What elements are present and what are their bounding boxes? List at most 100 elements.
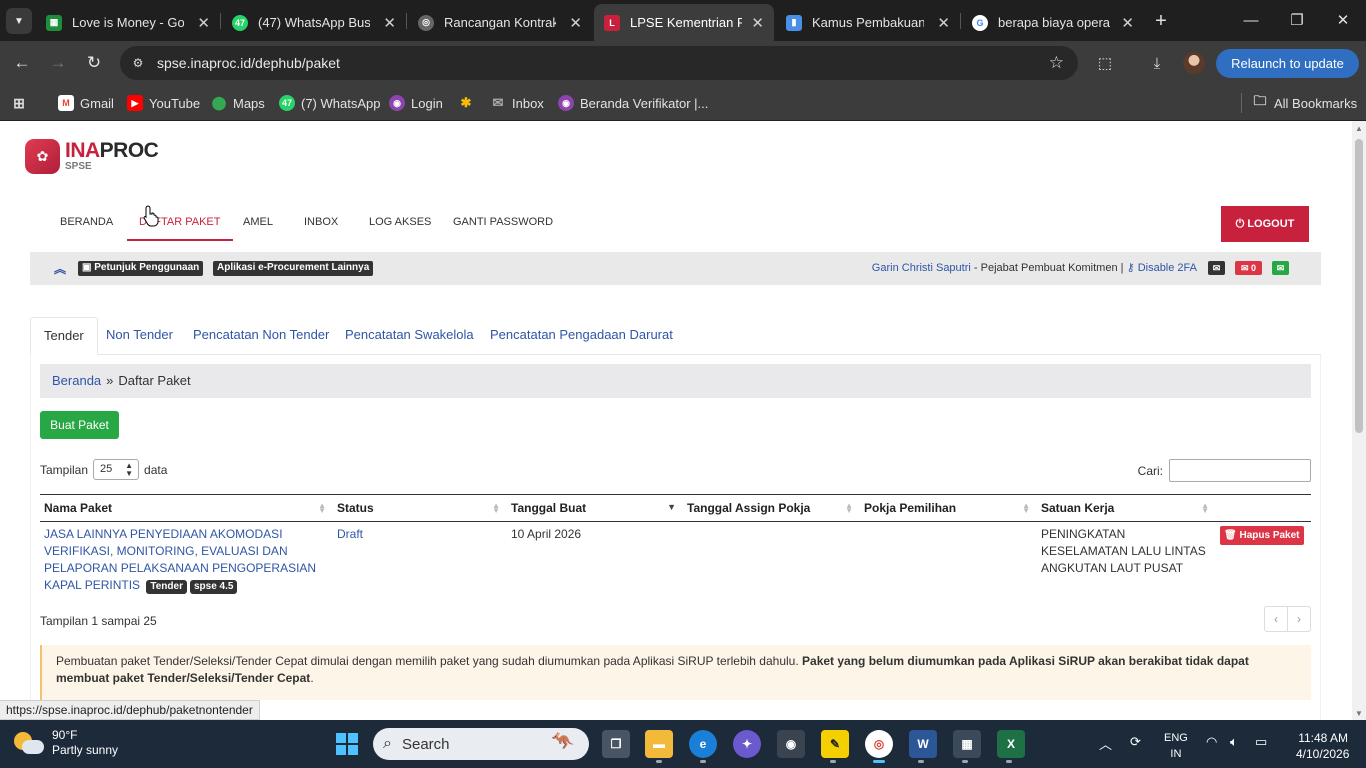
bookmark-star-icon[interactable]: ☆ xyxy=(1049,53,1064,73)
sticky-notes-icon[interactable]: ✎ xyxy=(821,730,849,758)
browser-tab-6[interactable]: G berapa biaya operasi ✕ xyxy=(962,4,1144,41)
bookmark-maps[interactable]: ⬤ Maps xyxy=(211,93,265,113)
browser-tab-3[interactable]: ◎ Rancangan Kontrak P ✕ xyxy=(408,4,592,41)
word-icon[interactable]: W xyxy=(909,730,937,758)
new-tab-button[interactable]: + xyxy=(1148,8,1174,34)
all-bookmarks[interactable]: 🗀 All Bookmarks xyxy=(1241,93,1357,113)
browser-tab-2[interactable]: 47 (47) WhatsApp Busine ✕ xyxy=(222,4,406,41)
column-status[interactable]: Status ▲ ▼ xyxy=(333,494,507,522)
collapse-chevron-icon[interactable]: ︽ xyxy=(54,260,66,277)
bookmark-verifikator[interactable]: ◉ Beranda Verifikator |... xyxy=(558,93,708,113)
scroll-thumb[interactable] xyxy=(1355,139,1363,433)
link-status-bar: https://spse.inaproc.id/dephub/paketnont… xyxy=(0,700,260,720)
prev-page-button[interactable]: ‹ xyxy=(1265,607,1287,631)
disable-2fa-link[interactable]: ⚷ Disable 2FA xyxy=(1127,262,1197,274)
logout-button[interactable]: ⏻ LOGOUT xyxy=(1221,206,1309,242)
volume-icon[interactable]: 🔈︎ xyxy=(1230,734,1238,750)
sync-icon[interactable]: ⟳ xyxy=(1130,734,1141,750)
column-satuan-kerja[interactable]: Satuan Kerja ▲ ▼ xyxy=(1037,494,1216,522)
nav-beranda[interactable]: BERANDA xyxy=(48,207,125,241)
status-link[interactable]: Draft xyxy=(337,527,363,541)
bookmark-gmail[interactable]: M Gmail xyxy=(58,93,114,113)
tab-pencatatan-non-tender[interactable]: Pencatatan Non Tender xyxy=(180,317,342,355)
calculator-icon[interactable]: ▦ xyxy=(953,730,981,758)
language-indicator[interactable]: ENG IN xyxy=(1164,730,1188,762)
inaproc-logo[interactable]: ✿ INAPROC SPSE xyxy=(25,138,159,174)
bookmark-login[interactable]: ◉ Login xyxy=(389,93,443,113)
next-page-button[interactable]: › xyxy=(1287,607,1310,631)
excel-icon[interactable]: X xyxy=(997,730,1025,758)
nav-amel[interactable]: AMEL xyxy=(231,207,285,241)
window-close-icon[interactable]: ✕ xyxy=(1320,6,1366,34)
hapus-paket-button[interactable]: 🗑 Hapus Paket xyxy=(1220,526,1304,545)
column-tanggal-assign-pokja[interactable]: Tanggal Assign Pokja ▲ ▼ xyxy=(683,494,860,522)
bookmark-whatsapp[interactable]: 47 (7) WhatsApp xyxy=(279,93,380,113)
windows-start-icon[interactable] xyxy=(333,730,361,758)
camera-icon[interactable]: ◉ xyxy=(777,730,805,758)
reload-icon[interactable]: ↻ xyxy=(81,50,107,76)
maximize-icon[interactable]: ❐ xyxy=(1274,6,1320,34)
breadcrumb-home-link[interactable]: Beranda xyxy=(52,373,101,388)
tab-search-button[interactable]: ▼ xyxy=(6,8,32,34)
chrome-icon[interactable]: ◎ xyxy=(865,730,893,758)
search-icon: ⌕ xyxy=(383,735,392,752)
browser-tab-1[interactable]: ▦ Love is Money - Goog ✕ xyxy=(36,4,220,41)
column-tanggal-buat[interactable]: Tanggal Buat ▼ xyxy=(507,494,683,522)
column-nama-paket[interactable]: Nama Paket ▲ ▼ xyxy=(40,494,333,522)
envelope-icon[interactable]: ✉ xyxy=(1208,261,1225,275)
nav-ganti-password[interactable]: GANTI PASSWORD xyxy=(441,207,565,241)
weather-widget[interactable]: 90°F Partly sunny xyxy=(14,728,118,758)
page-length-select[interactable]: 25 ▲ ▼ xyxy=(93,459,140,480)
aplikasi-lainnya-button[interactable]: Aplikasi e-Procurement Lainnya xyxy=(213,261,374,276)
task-view-icon[interactable]: ❐ xyxy=(602,730,630,758)
tab-pencatatan-swakelola[interactable]: Pencatatan Swakelola xyxy=(332,317,487,355)
system-clock[interactable]: 11:48 AM 4/10/2026 xyxy=(1296,730,1349,762)
nav-inbox[interactable]: INBOX xyxy=(292,207,350,241)
copilot-icon[interactable]: ✦ xyxy=(733,730,761,758)
site-info-icon[interactable]: ⚙ xyxy=(130,55,146,71)
taskbar-search[interactable]: ⌕ Search 🦘 xyxy=(373,728,589,760)
close-icon[interactable]: ✕ xyxy=(383,14,396,32)
bookmark-label: Beranda Verifikator |... xyxy=(580,95,709,111)
back-icon[interactable]: ← xyxy=(9,50,35,76)
close-icon[interactable]: ✕ xyxy=(937,14,950,32)
profile-avatar[interactable] xyxy=(1183,52,1205,74)
minimize-icon[interactable]: — xyxy=(1228,6,1274,34)
browser-tab-5[interactable]: ▮ Kamus Pembakuan Si ✕ xyxy=(776,4,960,41)
edge-icon[interactable]: e xyxy=(689,730,717,758)
extensions-icon[interactable]: ⬚ xyxy=(1094,52,1116,74)
petunjuk-button[interactable]: ▣ Petunjuk Penggunaan xyxy=(78,261,204,276)
wifi-icon[interactable]: ◠ xyxy=(1206,734,1217,750)
mail-count-badge[interactable]: ✉ 0 xyxy=(1235,261,1262,275)
tab-pencatatan-pengadaan-darurat[interactable]: Pencatatan Pengadaan Darurat xyxy=(477,317,686,355)
close-icon[interactable]: ✕ xyxy=(569,14,582,32)
scroll-up-icon[interactable]: ▲ xyxy=(1355,124,1363,133)
user-name-link[interactable]: Garin Christi Saputri xyxy=(872,262,971,274)
tab-tender[interactable]: Tender xyxy=(30,317,98,355)
bookmark-youtube[interactable]: ▶ YouTube xyxy=(127,93,200,113)
scroll-down-icon[interactable]: ▼ xyxy=(1355,709,1363,718)
column-pokja-pemilihan[interactable]: Pokja Pemilihan ▲ ▼ xyxy=(860,494,1037,522)
tab-non-tender[interactable]: Non Tender xyxy=(93,317,186,355)
address-bar[interactable]: ⚙ spse.inaproc.id/dephub/paket ☆ xyxy=(120,46,1078,80)
bookmark-inbox[interactable]: ✉ Inbox xyxy=(490,93,544,113)
relaunch-button[interactable]: Relaunch to update xyxy=(1216,49,1359,78)
forward-icon[interactable]: → xyxy=(45,50,71,76)
tray-chevron-icon[interactable]: ︿ xyxy=(1099,734,1112,753)
apps-grid-icon[interactable]: ⊞ xyxy=(11,93,27,113)
battery-icon[interactable]: ▭ xyxy=(1255,734,1267,750)
close-icon[interactable]: ✕ xyxy=(1121,14,1134,32)
download-icon[interactable]: ⤓ xyxy=(1146,52,1168,74)
close-icon[interactable]: ✕ xyxy=(751,14,764,32)
nav-log-akses[interactable]: LOG AKSES xyxy=(357,207,443,241)
user-info: Garin Christi Saputri - Pejabat Pembuat … xyxy=(872,261,1197,274)
buat-paket-button[interactable]: Buat Paket xyxy=(40,411,119,439)
page-scrollbar[interactable]: ▲ ▼ xyxy=(1352,121,1366,720)
open-envelope-icon[interactable]: ✉ xyxy=(1272,261,1289,275)
bookmark-pinwheel[interactable]: ✱ xyxy=(458,93,480,113)
file-explorer-icon[interactable]: ▬ xyxy=(645,730,673,758)
close-icon[interactable]: ✕ xyxy=(197,14,210,32)
browser-tab-4-active[interactable]: L LPSE Kementrian Perh ✕ xyxy=(594,4,774,41)
url-text[interactable]: spse.inaproc.id/dephub/paket xyxy=(157,55,340,71)
search-input[interactable] xyxy=(1169,459,1311,482)
